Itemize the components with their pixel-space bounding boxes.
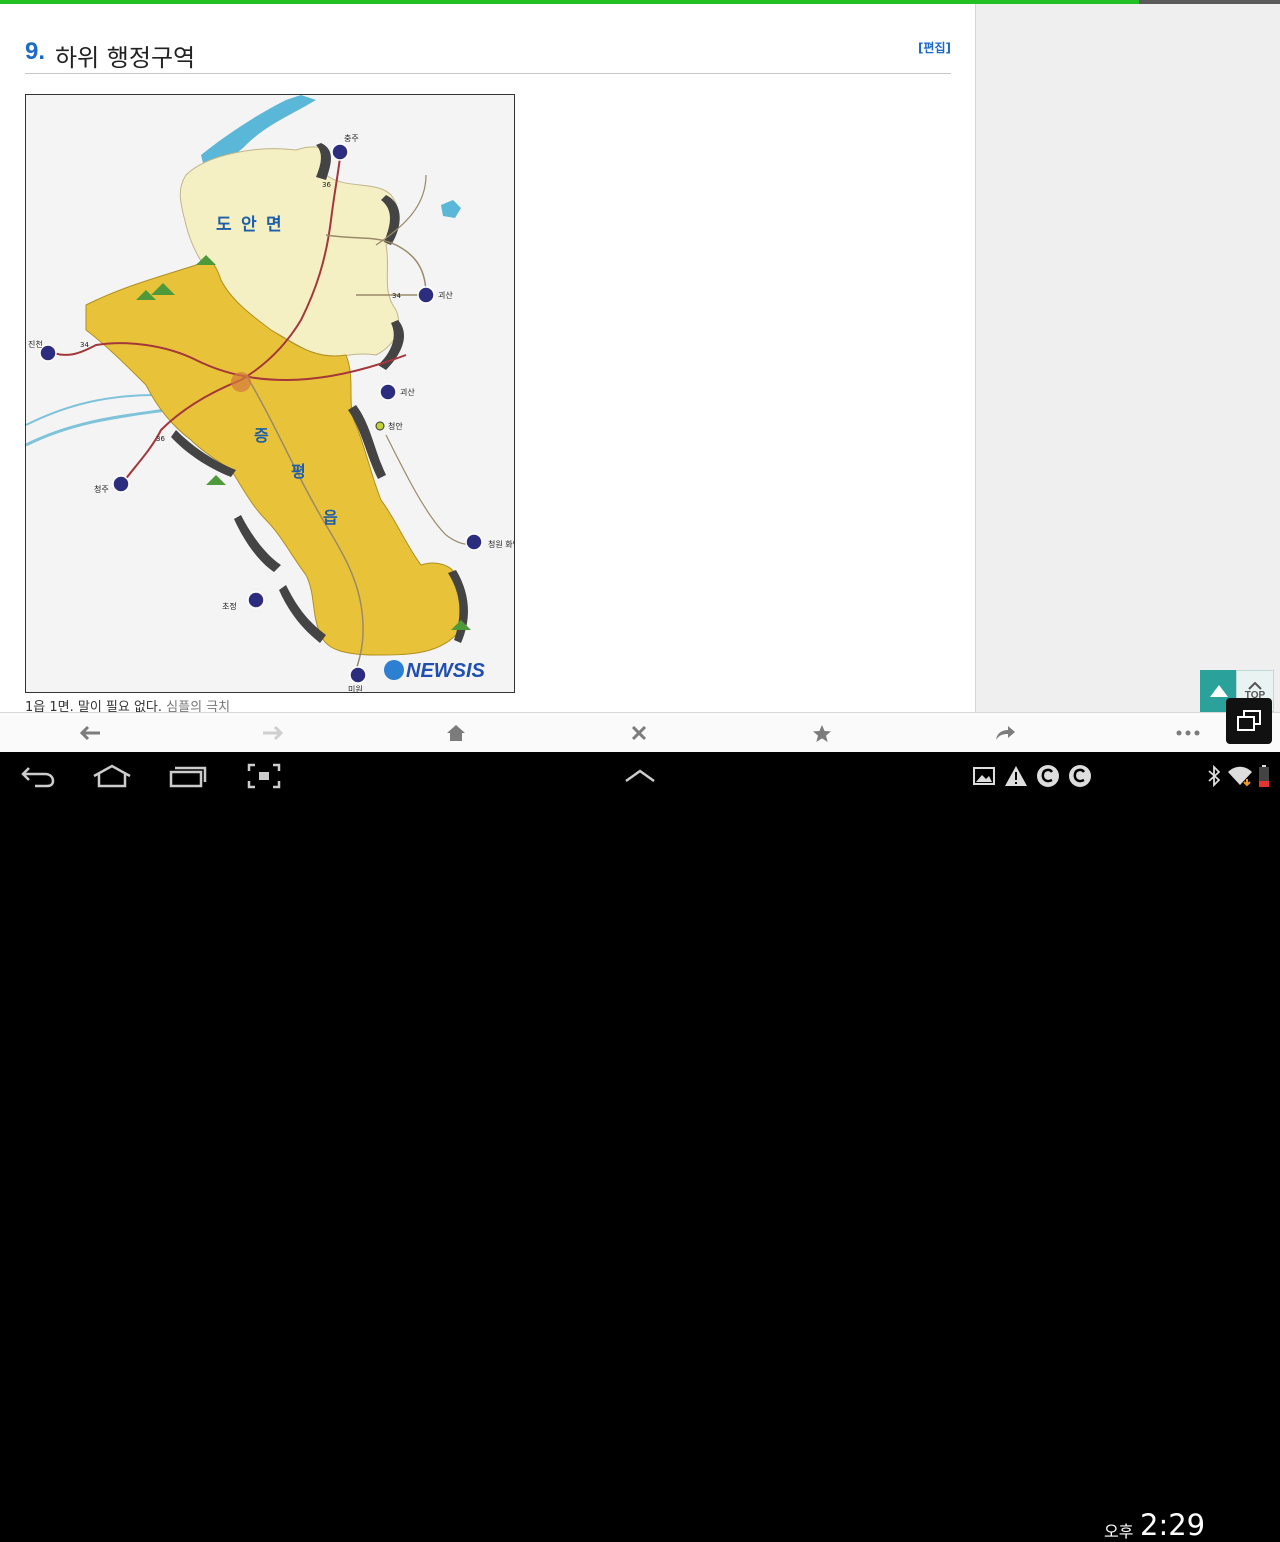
triangle-up-icon — [1210, 685, 1228, 697]
browser-toolbar — [0, 712, 1280, 752]
region-label: 안 — [241, 215, 257, 235]
town-center-marker — [231, 372, 251, 392]
gallery-notification-icon[interactable] — [970, 758, 998, 794]
river-line — [26, 394, 157, 426]
route-label: 충주 — [344, 134, 359, 143]
region-label: 면 — [266, 215, 282, 235]
back-icon — [21, 767, 55, 788]
route-label: 청주 — [94, 485, 109, 494]
chevron-up-icon — [1248, 681, 1262, 690]
region-label: 도 — [216, 215, 232, 235]
route-label: 초정 — [222, 601, 237, 611]
recents-icon — [169, 766, 207, 788]
region-label: 읍 — [323, 508, 338, 527]
forward-button[interactable] — [243, 713, 303, 753]
route-marker: 충주 — [331, 134, 359, 161]
share-button[interactable] — [975, 713, 1035, 753]
road-number-label: 34 — [392, 292, 401, 300]
route-marker: 괴산 — [379, 383, 415, 401]
place-dot — [375, 421, 385, 431]
route-marker: 초정 — [222, 591, 265, 611]
back-button[interactable] — [60, 713, 120, 753]
small-lake-shape — [441, 200, 461, 218]
district-map: 도 안 면 증 평 읍 충주 괴산 괴산 진천 청주 청원 화 초정 미원 청안… — [26, 95, 514, 692]
bookmark-button[interactable] — [792, 713, 852, 753]
c-circle-icon — [1037, 765, 1059, 787]
close-icon — [631, 725, 647, 741]
screenshot-icon — [247, 763, 281, 789]
close-tab-button[interactable] — [609, 713, 669, 753]
warning-notification-icon[interactable] — [1002, 758, 1030, 794]
page-load-progress — [0, 0, 1280, 4]
wifi-status — [1226, 758, 1254, 794]
route-marker: 미원 — [348, 666, 367, 692]
home-icon — [447, 725, 465, 741]
chevron-up-icon — [625, 769, 655, 783]
road-line — [385, 434, 482, 545]
road-number-label: 36 — [322, 181, 331, 189]
warning-icon — [1005, 766, 1027, 786]
show-panel-button[interactable] — [620, 758, 660, 794]
image-caption: 1읍 1면. 말이 필요 없다. 심플의 극치 — [25, 696, 230, 712]
system-home-button[interactable] — [90, 758, 134, 794]
battery-status — [1256, 758, 1272, 794]
newsis-watermark: NEWSIS — [384, 660, 486, 682]
route-label: 진천 — [28, 339, 43, 349]
route-label: 괴산 — [438, 290, 453, 300]
battery-icon — [1259, 765, 1269, 787]
route-label: 미원 — [348, 685, 363, 692]
image-icon — [973, 767, 995, 785]
windows-icon — [1237, 710, 1261, 731]
place-label: 청안 — [388, 421, 403, 431]
more-button[interactable] — [1158, 713, 1218, 753]
caption-muted: 심플의 극치 — [166, 700, 231, 712]
system-recents-button[interactable] — [166, 758, 210, 794]
section-title: 하위 행정구역 — [55, 44, 196, 72]
wifi-icon — [1228, 766, 1252, 787]
home-button[interactable] — [426, 713, 486, 753]
region-label: 증 — [254, 426, 269, 445]
route-marker: 청주 — [94, 475, 130, 494]
screenshot-button[interactable] — [244, 758, 284, 794]
road-number-label: 36 — [156, 435, 165, 443]
clock-ampm: 오후 — [1104, 1522, 1134, 1541]
clock-time: 2:29 — [1140, 1508, 1206, 1542]
bluetooth-icon — [1208, 765, 1220, 787]
edit-link[interactable]: [편집] — [918, 39, 951, 56]
system-navigation-bar: 오후 2:29 — [0, 752, 1280, 1542]
more-icon — [1176, 730, 1200, 736]
app-notification-icon[interactable] — [1066, 758, 1094, 794]
watermark-text: NEWSIS — [406, 660, 486, 682]
route-marker: 괴산 — [417, 286, 453, 304]
route-marker: 청원 화양동 — [465, 533, 514, 551]
progress-fill — [0, 0, 1140, 4]
caption-main: 1읍 1면. 말이 필요 없다. — [25, 700, 163, 712]
bluetooth-status — [1204, 758, 1224, 794]
arrow-right-icon — [263, 725, 284, 741]
region-label: 평 — [291, 462, 306, 481]
route-label: 청원 화양동 — [488, 540, 514, 549]
multi-window-button[interactable] — [1226, 698, 1272, 744]
district-map-image[interactable]: 도 안 면 증 평 읍 충주 괴산 괴산 진천 청주 청원 화 초정 미원 청안… — [25, 94, 515, 693]
app-notification-icon[interactable] — [1034, 758, 1062, 794]
system-back-button[interactable] — [18, 758, 58, 794]
c-circle-icon — [1069, 765, 1091, 787]
side-panel — [975, 0, 1280, 712]
star-icon — [813, 724, 831, 742]
home-outline-icon — [93, 764, 131, 788]
share-icon — [996, 726, 1015, 740]
section-heading: 9. 하위 행정구역 [편집] — [25, 36, 951, 74]
road-number-label: 34 — [80, 341, 89, 349]
arrow-left-icon — [79, 725, 100, 741]
route-marker: 진천 — [28, 339, 57, 362]
web-page-content[interactable]: 9. 하위 행정구역 [편집] 도 안 면 증 평 읍 충주 괴산 괴산 진천 … — [0, 0, 975, 712]
route-label: 괴산 — [400, 387, 415, 397]
section-number: 9. — [25, 38, 46, 65]
